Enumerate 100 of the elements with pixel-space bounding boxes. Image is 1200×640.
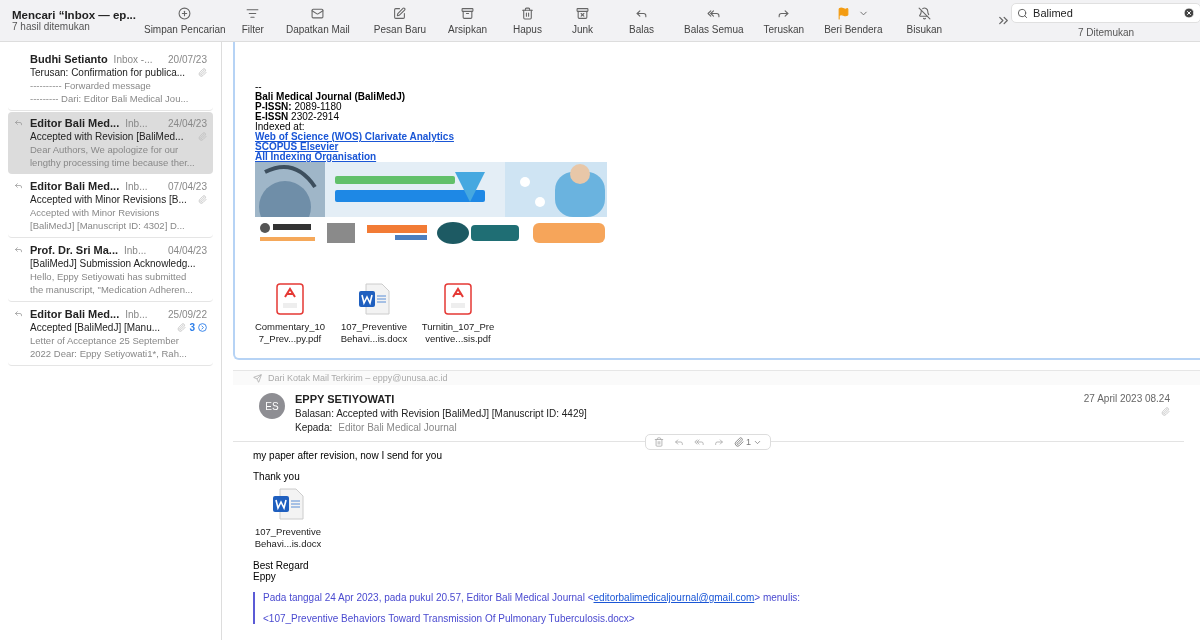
message-sender: Budhi Setianto bbox=[30, 53, 108, 65]
body-text: Thank you bbox=[253, 471, 301, 482]
toolbar-icon bbox=[246, 6, 260, 20]
paperclip-icon bbox=[1161, 407, 1170, 416]
thread-count: 3 bbox=[189, 322, 195, 333]
message-list-item[interactable]: Prof. Dr. Sri Ma... Inb... 04/04/23 [BaliMedJ] Submission Acknowledg... Hello, Eppy Setiyowati has submitted the manuscript, "Medication Adheren... bbox=[8, 239, 213, 302]
attachment-name[interactable]: Turnitin_107_Pre ventive...sis.pdf bbox=[421, 321, 495, 345]
message-date: 04/04/23 bbox=[168, 244, 207, 256]
message-mailbox: Inbox -... bbox=[113, 53, 153, 65]
toolbar-button[interactable]: Filter bbox=[241, 4, 264, 37]
closing-line: Best Regard bbox=[253, 560, 310, 571]
message-sender: Editor Bali Med... bbox=[30, 117, 120, 129]
email-subject: Balasan: Accepted with Revision [BaliMedJ] [Manuscript ID: 4429] bbox=[295, 408, 588, 419]
toolbar-button[interactable]: Hapus bbox=[513, 4, 542, 37]
message-date: 07/04/23 bbox=[168, 180, 207, 192]
thread-expand-icon[interactable] bbox=[198, 323, 207, 332]
toolbar-button[interactable]: Balas bbox=[629, 4, 655, 37]
message-mailbox: Inb... bbox=[125, 308, 148, 320]
toolbar-button[interactable]: Simpan Pencarian bbox=[143, 4, 226, 37]
window-title: Mencari “Inbox — ep... bbox=[12, 9, 136, 21]
quote-intro: Pada tanggal 24 Apr 2023, pada pukul 20.57, Editor Bali Medical Journal < bbox=[263, 592, 594, 603]
attachment-name[interactable]: 107_Preventive Behavi...is.docx bbox=[340, 321, 408, 345]
message-list-item[interactable]: Budhi Setianto Inbox -... 20/07/23 Terusan: Confirmation for publica... ---------- Forwarded message --------- Dari: Editor Bali Medical Jou... bbox=[8, 48, 213, 111]
toolbar-button[interactable]: Junk bbox=[571, 4, 594, 37]
closing-line: Eppy bbox=[253, 571, 277, 582]
message-preview: 2022 Dear: Eppy Setiyowati1*, Rah... bbox=[30, 348, 188, 359]
forward-icon[interactable] bbox=[714, 437, 724, 447]
message-list-item[interactable]: Editor Bali Med... Inb... 25/09/22 Accepted [BaliMedJ] [Manu... 3 Letter of Acceptance 25 September 2022 Dear: Eppy Setiyowati1*, Rah... bbox=[8, 303, 213, 366]
message-preview: the manuscript, "Medication Adheren... bbox=[30, 284, 194, 295]
message-mailbox: Inb... bbox=[125, 180, 148, 192]
message-sender: Prof. Dr. Sri Ma... bbox=[30, 244, 119, 256]
index-link[interactable]: Web of Science (WOS) Clarivate Analytics bbox=[255, 132, 454, 142]
index-link[interactable]: All Indexing Organisation bbox=[255, 152, 377, 162]
toolbar-button[interactable]: Balas Semua bbox=[684, 4, 744, 37]
quoted-attachment: <107_Preventive Behaviors Toward Transmission Of Pulmonary Tuberculosis.docx> bbox=[263, 613, 636, 624]
email-link[interactable]: editorbalimedicaljournal@gmail.com bbox=[593, 592, 755, 603]
recipient-label: Kepada: bbox=[295, 422, 333, 433]
message-preview: Letter of Acceptance 25 September bbox=[30, 335, 180, 346]
body-text: my paper after revision, now I send for you bbox=[253, 450, 443, 461]
message-preview: Dear Authors, We apologize for our bbox=[30, 144, 180, 155]
toolbar-button[interactable]: Bisukan bbox=[906, 4, 943, 37]
pdf-file-icon[interactable] bbox=[276, 283, 304, 315]
send-icon bbox=[253, 373, 262, 383]
message-preview: [BaliMedJ] [Manuscript ID: 4302] D... bbox=[30, 220, 186, 231]
message-date: 25/09/22 bbox=[168, 308, 207, 320]
mailbox-origin: Dari Kotak Mail Terkirim – eppy@unusa.ac.id bbox=[268, 373, 448, 383]
message-list-item[interactable]: Editor Bali Med... Inb... 07/04/23 Accepted with Minor Revisions [B... Accepted with Minor Revisions [BaliMedJ] [Manuscript ID: 4302] D... bbox=[8, 175, 213, 238]
toolbar-icon bbox=[311, 6, 325, 20]
toolbar-icon bbox=[393, 6, 407, 20]
message-sender: Editor Bali Med... bbox=[30, 308, 120, 320]
message-preview: Accepted with Minor Revisions bbox=[30, 207, 161, 218]
attachment-count[interactable]: 1 bbox=[746, 437, 751, 447]
message-date: 20/07/23 bbox=[168, 53, 207, 65]
result-count: 7 hasil ditemukan bbox=[12, 21, 91, 32]
toolbar-button[interactable]: Beri Bendera bbox=[824, 4, 883, 37]
reply-all-icon[interactable] bbox=[694, 437, 704, 447]
clear-icon[interactable] bbox=[1183, 7, 1196, 19]
message-date: 24/04/23 bbox=[168, 117, 207, 129]
pdf-file-icon[interactable] bbox=[444, 283, 472, 315]
signature-line: E-ISSN 2302-2914 bbox=[255, 112, 340, 122]
reply-icon[interactable] bbox=[674, 437, 684, 447]
toolbar-icon bbox=[178, 6, 192, 20]
toolbar-icon bbox=[520, 6, 534, 20]
toolbar-button[interactable]: Pesan Baru bbox=[373, 4, 427, 37]
word-file-icon[interactable] bbox=[358, 283, 390, 315]
message-preview: lengthy processing time because ther... bbox=[30, 157, 196, 168]
search-result-count: 7 Ditemukan bbox=[1078, 27, 1135, 38]
signature-line: Bali Medical Journal (BaliMedJ) bbox=[255, 92, 407, 102]
toolbar-icon bbox=[461, 6, 475, 20]
message-list-item[interactable]: Editor Bali Med... Inb... 24/04/23 Accepted with Revision [BaliMed... Dear Authors, We apologize for our lengthy processing time because ther... bbox=[8, 112, 213, 174]
paperclip-icon[interactable] bbox=[734, 437, 744, 447]
search-icon bbox=[1017, 7, 1029, 19]
quote-outro: > menulis: bbox=[754, 592, 801, 603]
signature-line: Indexed at: bbox=[255, 122, 306, 132]
word-file-icon[interactable] bbox=[272, 488, 304, 520]
index-link[interactable]: SCOPUS Elsevier bbox=[255, 142, 339, 152]
toolbar-button[interactable]: Dapatkan Mail bbox=[285, 4, 350, 37]
message-preview: ---------- Forwarded message bbox=[30, 80, 152, 91]
toolbar-button[interactable]: Teruskan bbox=[763, 4, 805, 37]
message-subject: Terusan: Confirmation for publica... bbox=[30, 67, 186, 78]
signature-line: -- bbox=[255, 82, 263, 92]
message-preview: --------- Dari: Editor Bali Medical Jou... bbox=[30, 93, 190, 104]
message-mailbox: Inb... bbox=[125, 117, 148, 129]
email-date: 27 April 2023 08.24 bbox=[1083, 393, 1170, 404]
message-subject: Accepted with Minor Revisions [B... bbox=[30, 194, 187, 205]
toolbar-icon bbox=[576, 6, 589, 20]
message-preview: Hello, Eppy Setiyowati has submitted bbox=[30, 271, 188, 282]
message-mailbox: Inb... bbox=[124, 244, 147, 256]
flag-icon bbox=[837, 6, 851, 20]
toolbar-button[interactable]: Arsipkan bbox=[448, 4, 487, 37]
attachment-name[interactable]: 107_Preventive Behavi...is.docx bbox=[254, 526, 322, 550]
attachment-name[interactable]: Commentary_10 7_Prev...py.pdf bbox=[254, 321, 326, 345]
message-subject: [BaliMedJ] Submission Acknowledg... bbox=[30, 258, 196, 269]
message-subject: Accepted with Revision [BaliMed... bbox=[30, 131, 184, 142]
avatar: ES bbox=[259, 393, 285, 419]
trash-icon[interactable] bbox=[654, 437, 664, 447]
toolbar-icon bbox=[917, 6, 931, 20]
message-subject: Accepted [BaliMedJ] [Manu... bbox=[30, 322, 161, 333]
search-field[interactable]: Balimed bbox=[1011, 3, 1200, 23]
signature-line: P-ISSN: 2089-1180 bbox=[255, 102, 343, 112]
